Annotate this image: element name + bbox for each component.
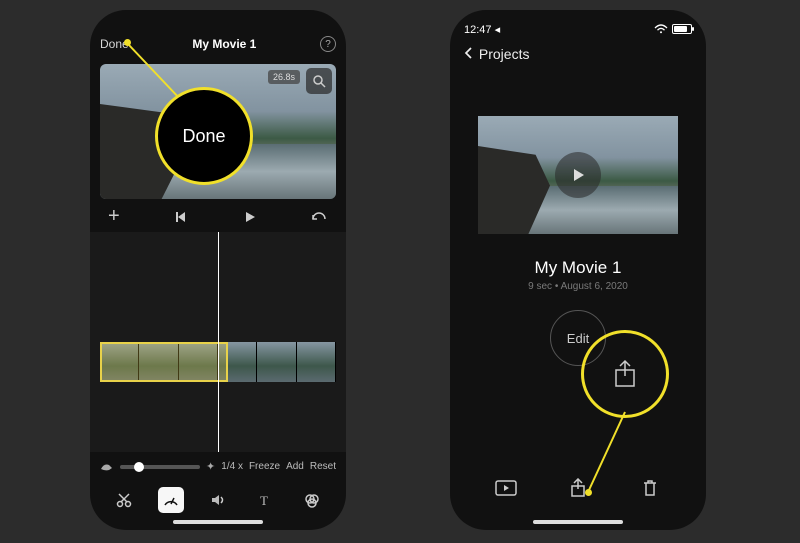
scissors-tool[interactable] — [111, 487, 137, 513]
play-icon — [243, 210, 257, 224]
wifi-icon — [654, 24, 668, 34]
project-title-heading: My Movie 1 — [192, 37, 256, 51]
clip-duration-badge: 26.8s — [268, 70, 300, 84]
editor-toolbar: T — [90, 477, 346, 519]
svg-text:T: T — [260, 493, 268, 508]
share-icon — [569, 478, 587, 498]
status-time: 12:47 ◂ — [464, 23, 500, 36]
clip-thumbnail — [257, 342, 296, 382]
help-button[interactable]: ? — [320, 36, 336, 52]
project-title: My Movie 1 — [450, 258, 706, 278]
imovie-projects-screen: 12:47 ◂ Projects My Movie 1 9 sec • Augu… — [450, 10, 706, 530]
text-icon: T — [257, 492, 273, 508]
bottom-toolbar — [450, 476, 706, 500]
speed-controls: ✦ 1/4 x Freeze Add Reset — [90, 452, 346, 477]
home-indicator[interactable] — [173, 520, 263, 524]
status-icons — [654, 24, 692, 34]
battery-icon — [672, 24, 692, 34]
callout-done-bubble: Done — [155, 87, 253, 185]
timeline[interactable] — [90, 232, 346, 452]
clip-thumbnail — [297, 342, 336, 382]
playback-controls: + — [90, 199, 346, 228]
speed-slider[interactable] — [120, 465, 200, 469]
projects-back-label: Projects — [479, 46, 530, 62]
share-icon — [612, 359, 638, 389]
undo-icon — [312, 210, 328, 224]
skip-back-icon — [174, 210, 188, 224]
turtle-icon — [100, 462, 114, 472]
zoom-to-fit-button[interactable] — [306, 68, 332, 94]
callout-anchor-dot — [585, 489, 592, 496]
callout-done-label: Done — [182, 126, 225, 147]
speedometer-tool[interactable] — [158, 487, 184, 513]
delete-button[interactable] — [638, 476, 662, 500]
project-card — [478, 116, 678, 234]
selection-overlay[interactable] — [100, 342, 228, 382]
chevron-left-icon — [464, 46, 476, 62]
callout-share-bubble — [581, 330, 669, 418]
imovie-editor-screen: Done My Movie 1 ? 26.8s + — [90, 10, 346, 530]
magnifier-icon — [312, 74, 326, 88]
add-button[interactable]: Add — [286, 461, 304, 472]
project-thumbnail[interactable] — [478, 116, 678, 234]
play-icon — [569, 166, 587, 184]
project-subtitle: 9 sec • August 6, 2020 — [450, 281, 706, 292]
playhead[interactable] — [218, 232, 219, 452]
trash-icon — [642, 479, 658, 497]
filters-tool[interactable] — [299, 487, 325, 513]
reset-button[interactable]: Reset — [310, 461, 336, 472]
play-frame-icon — [495, 480, 517, 496]
add-media-button[interactable]: + — [108, 205, 120, 228]
speaker-icon — [210, 492, 226, 508]
slider-knob[interactable] — [134, 462, 144, 472]
home-indicator[interactable] — [533, 520, 623, 524]
speed-rate-label: 1/4 x — [221, 461, 243, 472]
skip-back-button[interactable] — [174, 210, 188, 224]
back-to-projects[interactable]: Projects — [450, 42, 706, 80]
callout-anchor-dot — [124, 39, 131, 46]
play-button[interactable] — [243, 210, 257, 224]
status-bar: 12:47 ◂ — [450, 16, 706, 42]
scissors-icon — [116, 492, 132, 508]
filters-icon — [304, 492, 320, 508]
titles-tool[interactable]: T — [252, 487, 278, 513]
freeze-button[interactable]: Freeze — [249, 461, 280, 472]
share-button[interactable] — [566, 476, 590, 500]
edit-button-label: Edit — [567, 331, 589, 346]
rabbit-icon: ✦ — [206, 460, 215, 473]
play-from-start-button[interactable] — [494, 476, 518, 500]
play-project-button[interactable] — [555, 152, 601, 198]
speedometer-icon — [163, 492, 179, 508]
undo-button[interactable] — [312, 210, 328, 224]
volume-tool[interactable] — [205, 487, 231, 513]
